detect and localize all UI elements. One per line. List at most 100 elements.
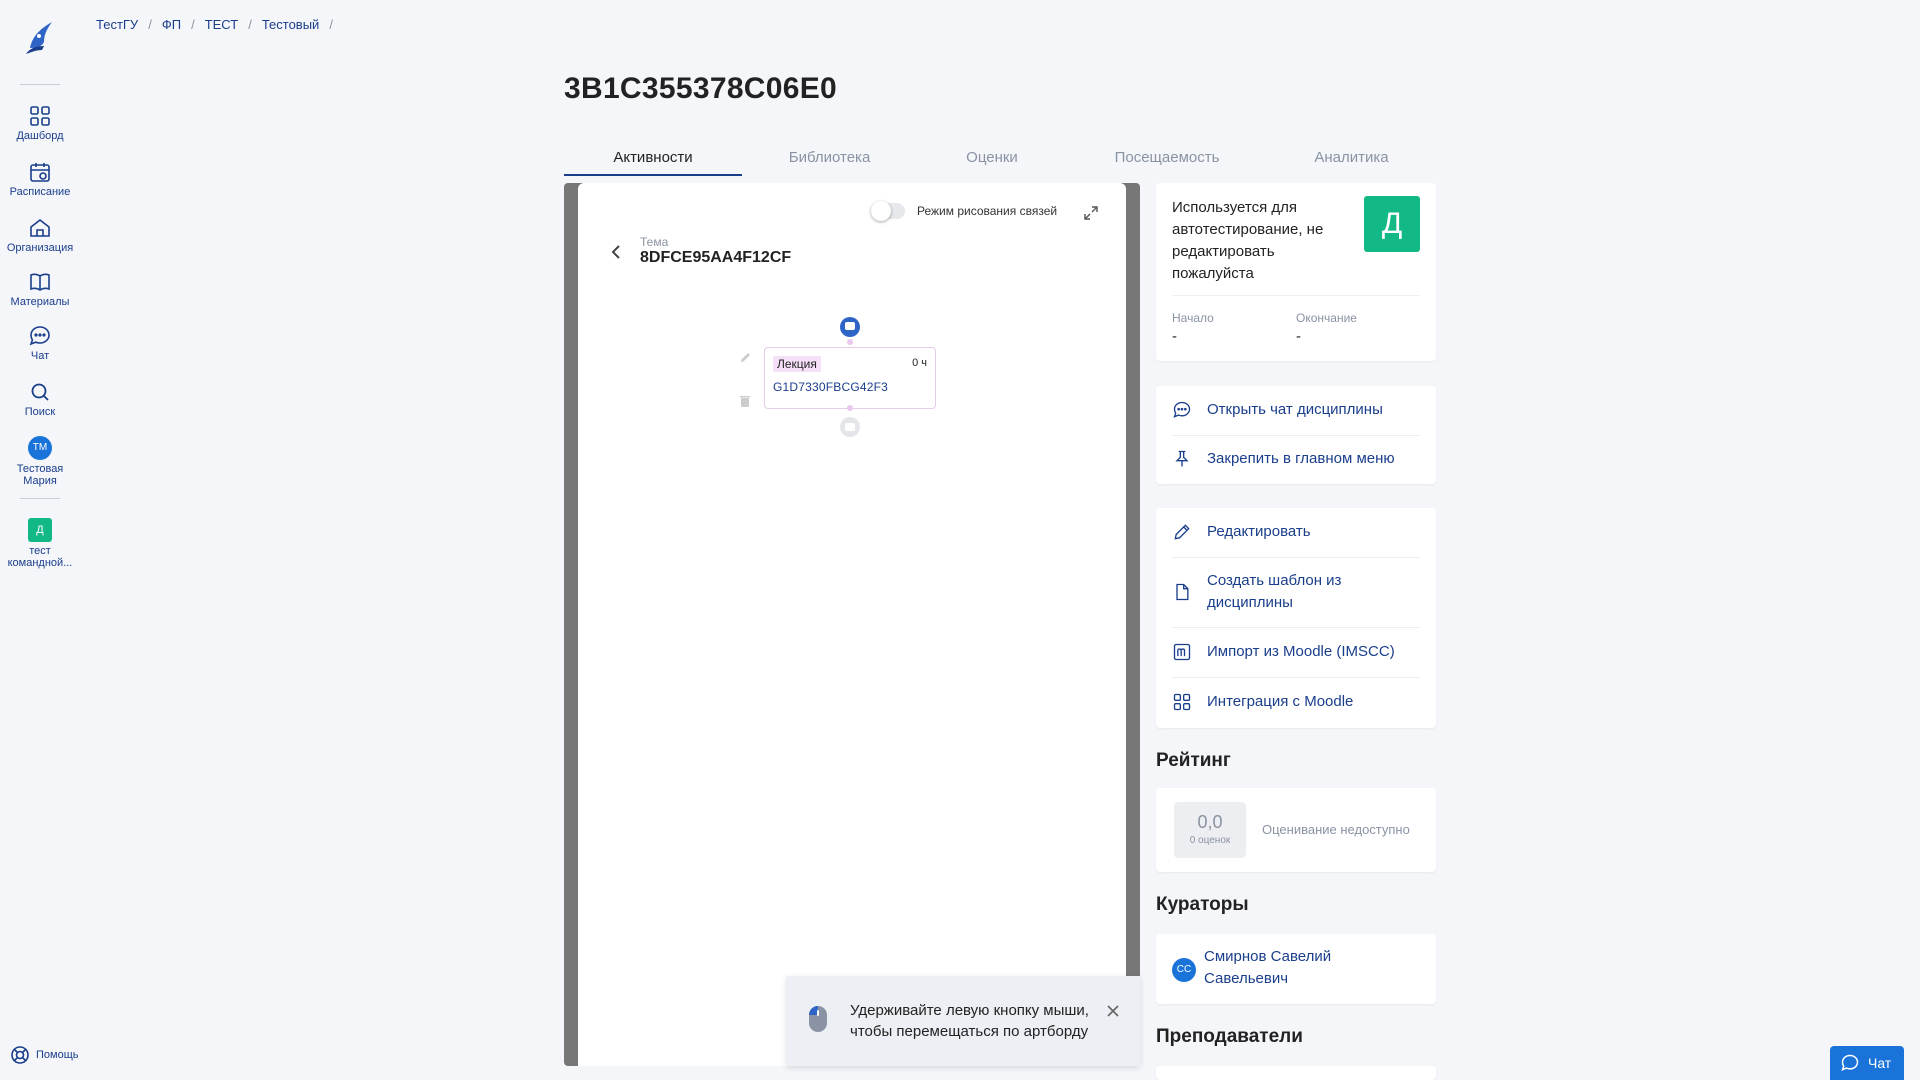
start-value: - bbox=[1172, 328, 1177, 345]
actions-panel-1: Открыть чат дисциплины Закрепить в главн… bbox=[1156, 386, 1436, 484]
sidebar-item-label: Чат bbox=[30, 350, 50, 362]
sidebar-item-materials[interactable]: Материалы bbox=[0, 270, 80, 308]
lifebuoy-icon bbox=[11, 1046, 29, 1064]
organization-icon bbox=[30, 218, 50, 237]
page-title: 3B1C355378C06E0 bbox=[564, 72, 838, 105]
teachers-heading: Преподаватели bbox=[1156, 1026, 1303, 1047]
grid-icon bbox=[1173, 693, 1191, 711]
hint-toast: Удерживайте левую кнопку мыши, чтобы пер… bbox=[786, 976, 1140, 1066]
theme-name: 8DFCE95AA4F12CF bbox=[640, 249, 792, 266]
sidebar-team-name: тест командной... bbox=[7, 545, 73, 569]
connector-dot bbox=[847, 339, 853, 345]
pencil-icon[interactable] bbox=[740, 351, 752, 363]
curators-heading: Кураторы bbox=[1156, 894, 1249, 915]
materials-icon bbox=[30, 273, 50, 291]
tab-bar: Активности Библиотека Оценки Посещаемост… bbox=[564, 146, 1436, 176]
expand-icon[interactable] bbox=[1084, 206, 1098, 220]
discipline-badge: Д bbox=[1364, 196, 1420, 252]
sidebar-item-label: Дашборд bbox=[16, 130, 64, 142]
curators-panel: СС Смирнов Савелий Савельевич bbox=[1156, 934, 1436, 1004]
avatar: ТМ bbox=[28, 436, 52, 460]
pencil-icon bbox=[1174, 524, 1190, 540]
moodle-icon bbox=[1173, 643, 1191, 661]
sidebar-item-organization[interactable]: Организация bbox=[0, 216, 80, 254]
action-label: Интеграция с Moodle bbox=[1207, 693, 1354, 710]
link-drawing-toggle[interactable] bbox=[871, 201, 905, 221]
link-node-bottom[interactable] bbox=[840, 417, 860, 437]
tab-analytics[interactable]: Аналитика bbox=[1267, 146, 1436, 176]
sidebar-item-schedule[interactable]: Расписание bbox=[0, 160, 80, 198]
breadcrumb-item[interactable]: ТестГУ bbox=[96, 17, 138, 32]
breadcrumb-item[interactable]: Тестовый bbox=[262, 17, 320, 32]
sidebar-item-search[interactable]: Поиск bbox=[0, 380, 80, 418]
action-label: Закрепить в главном меню bbox=[1207, 450, 1395, 467]
open-discipline-chat-button[interactable]: Открыть чат дисциплины bbox=[1156, 386, 1436, 435]
curator-name-link[interactable]: Смирнов Савелий Савельевич bbox=[1204, 946, 1404, 990]
university-logo-icon[interactable] bbox=[22, 18, 58, 56]
sidebar-divider bbox=[20, 84, 60, 85]
chat-floating-label: Чат bbox=[1868, 1055, 1892, 1071]
tab-activities[interactable]: Активности bbox=[564, 146, 742, 176]
pin-to-menu-button[interactable]: Закрепить в главном меню bbox=[1156, 435, 1436, 484]
chat-icon bbox=[1173, 401, 1191, 418]
help-link[interactable]: Помощь bbox=[10, 1045, 79, 1065]
breadcrumb-separator: / bbox=[248, 17, 252, 32]
link-drawing-label: Режим рисования связей bbox=[917, 204, 1058, 218]
breadcrumb: ТестГУ / ФП / ТЕСТ / Тестовый / bbox=[96, 17, 333, 32]
chat-floating-button[interactable]: Чат bbox=[1830, 1046, 1904, 1080]
schedule-icon bbox=[30, 163, 50, 182]
sidebar: Дашборд Расписание Организация Материалы… bbox=[0, 0, 80, 1080]
sidebar-divider bbox=[20, 498, 60, 499]
actions-panel-2: Редактировать Создать шаблон из дисципли… bbox=[1156, 508, 1436, 728]
pin-icon bbox=[1175, 450, 1189, 467]
artboard[interactable]: Режим рисования связей Тема 8DFCE95AA4F1… bbox=[564, 183, 1140, 1066]
activity-hours: 0 ч bbox=[912, 357, 927, 369]
hint-text: Удерживайте левую кнопку мыши, чтобы пер… bbox=[850, 1002, 1089, 1040]
artboard-canvas[interactable]: Режим рисования связей Тема 8DFCE95AA4F1… bbox=[578, 183, 1126, 1066]
rating-status: Оценивание недоступно bbox=[1262, 822, 1410, 837]
action-label: Создать шаблон из дисциплины bbox=[1207, 572, 1342, 611]
divider bbox=[1172, 295, 1420, 296]
link-node-top[interactable] bbox=[840, 317, 860, 337]
activity-type-tag: Лекция bbox=[773, 356, 821, 372]
activity-code: G1D7330FBCG42F3 bbox=[773, 380, 889, 394]
search-icon bbox=[31, 383, 49, 401]
moodle-integration-button[interactable]: Интеграция с Moodle bbox=[1156, 677, 1436, 727]
sidebar-item-dashboard[interactable]: Дашборд bbox=[0, 104, 80, 142]
sidebar-item-chat[interactable]: Чат bbox=[0, 324, 80, 362]
tab-grades[interactable]: Оценки bbox=[917, 146, 1067, 176]
document-icon bbox=[1176, 583, 1189, 601]
dashboard-icon bbox=[30, 106, 50, 126]
link-drawing-toggle-row: Режим рисования связей bbox=[871, 201, 1058, 221]
sidebar-item-team[interactable]: Д тест командной... bbox=[0, 518, 80, 569]
breadcrumb-item[interactable]: ФП bbox=[162, 17, 181, 32]
action-label: Импорт из Moodle (IMSCC) bbox=[1207, 643, 1395, 660]
action-label: Редактировать bbox=[1207, 523, 1311, 540]
chat-icon bbox=[1841, 1054, 1859, 1071]
sidebar-user-name: Тестовая Мария bbox=[16, 463, 64, 487]
breadcrumb-separator: / bbox=[329, 17, 333, 32]
end-value: - bbox=[1296, 328, 1301, 345]
breadcrumb-item[interactable]: ТЕСТ bbox=[205, 17, 239, 32]
close-icon[interactable] bbox=[1106, 1004, 1120, 1018]
tab-library[interactable]: Библиотека bbox=[742, 146, 917, 176]
activity-card[interactable]: Лекция 0 ч G1D7330FBCG42F3 bbox=[764, 347, 936, 409]
sidebar-item-label: Расписание bbox=[9, 186, 71, 198]
theme-label: Тема bbox=[640, 235, 669, 249]
rating-value: 0,0 bbox=[1197, 812, 1223, 832]
create-template-button[interactable]: Создать шаблон из дисциплины bbox=[1156, 557, 1436, 627]
import-moodle-button[interactable]: Импорт из Moodle (IMSCC) bbox=[1156, 627, 1436, 677]
rating-count: 0 оценок bbox=[1189, 835, 1231, 846]
rating-panel: 0,0 0 оценок Оценивание недоступно bbox=[1156, 788, 1436, 872]
sidebar-item-profile[interactable]: ТМ Тестовая Мария bbox=[0, 436, 80, 487]
chat-icon bbox=[29, 326, 50, 346]
action-label: Открыть чат дисциплины bbox=[1207, 401, 1383, 418]
discipline-description: Используется для автотестирование, не ре… bbox=[1172, 199, 1324, 282]
mouse-icon bbox=[809, 1006, 827, 1032]
tab-attendance[interactable]: Посещаемость bbox=[1067, 146, 1267, 176]
trash-icon[interactable] bbox=[740, 395, 750, 407]
discipline-info-panel: Используется для автотестирование, не ре… bbox=[1156, 183, 1436, 361]
chevron-left-icon[interactable] bbox=[608, 242, 624, 262]
connector-dot bbox=[847, 405, 853, 411]
edit-button[interactable]: Редактировать bbox=[1156, 508, 1436, 557]
